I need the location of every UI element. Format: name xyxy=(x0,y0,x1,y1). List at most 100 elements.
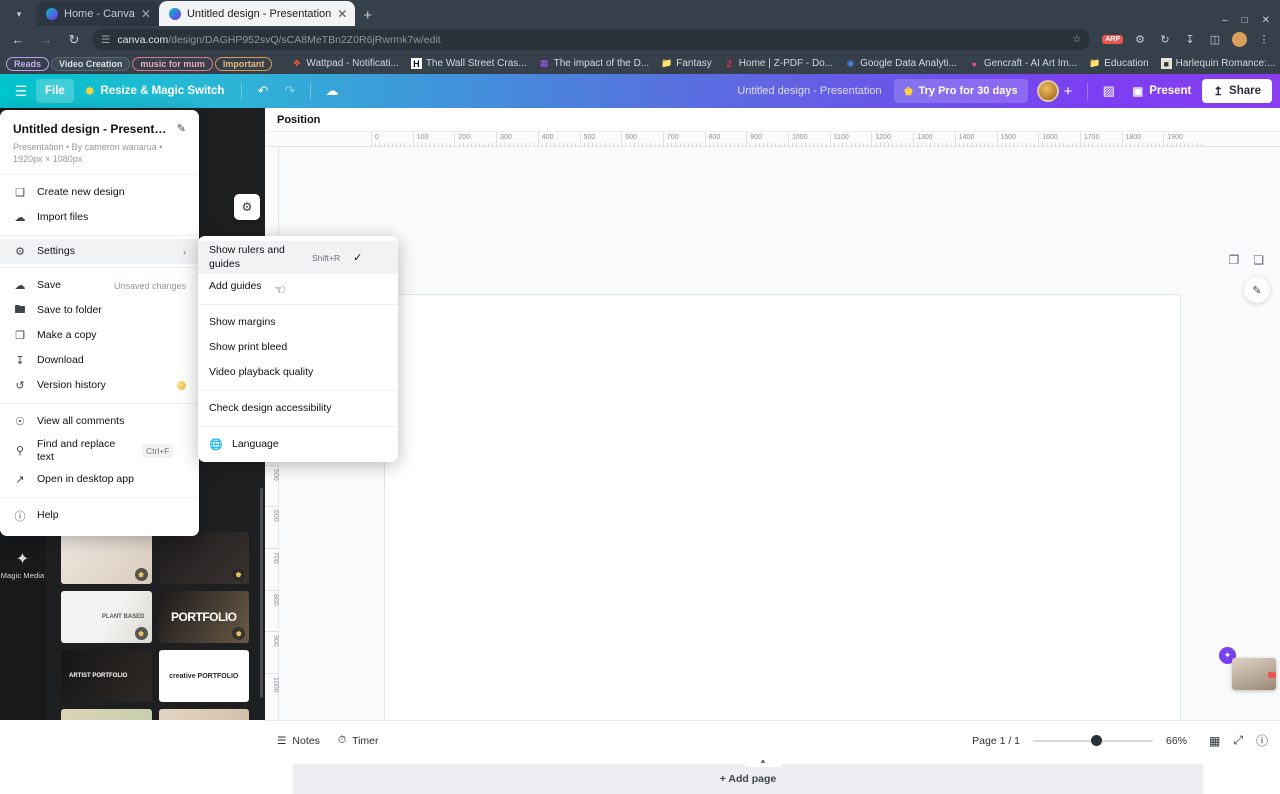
submenu-item-video-playback-quality[interactable]: Video playback quality xyxy=(198,360,398,385)
file-menu-button[interactable]: File xyxy=(36,79,74,103)
bookmark-google-data-analytics[interactable]: ◉ Google Data Analyti... xyxy=(840,56,962,71)
horizontal-ruler[interactable]: 0 100 200 300 400 500 600 700 800 900 1000 1100 1200… xyxy=(265,132,1280,147)
zoom-slider[interactable] xyxy=(1033,731,1154,751)
new-tab-button[interactable]: + xyxy=(355,7,380,26)
add-page-button[interactable]: + Add page xyxy=(293,764,1203,794)
submenu-item-show-rulers-and-guides[interactable]: Show rulers and guides Shift+R ✓ xyxy=(198,241,398,275)
menu-item-version-history[interactable]: ↺ Version history xyxy=(0,373,199,398)
browser-tab-untitled-design[interactable]: Untitled design - Presentation ✕ xyxy=(158,1,356,26)
insights-bar-chart-icon[interactable]: ▨ xyxy=(1096,79,1121,103)
timer-button[interactable]: ⏱ Timer xyxy=(338,734,379,747)
resize-magic-switch-button[interactable]: ✸ Resize & Magic Switch xyxy=(76,79,234,103)
bookmark-star-icon[interactable]: ☆ xyxy=(1072,34,1081,45)
help-question-icon[interactable]: ⓘ xyxy=(1256,732,1268,749)
submenu-item-show-print-bleed[interactable]: Show print bleed xyxy=(198,335,398,360)
history-icon[interactable]: ↻ xyxy=(1157,32,1173,48)
template-card[interactable]: creative PORTFOLIO xyxy=(158,650,249,702)
menu-item-download[interactable]: ↧ Download xyxy=(0,348,199,373)
cloud-saving-icon[interactable]: ☁ xyxy=(319,79,344,103)
submenu-item-language[interactable]: 🌐 Language xyxy=(198,432,398,457)
ruler-minor-tick xyxy=(608,143,610,146)
fullscreen-expand-icon[interactable]: ⤢ xyxy=(1233,733,1243,748)
omnibox-actions: ARP ⚙ ↻ ↧ ◫ ⋮ xyxy=(1098,32,1272,48)
panel-scrollbar[interactable] xyxy=(260,488,263,698)
bookmark-important[interactable]: Important xyxy=(214,56,273,71)
menu-kebab-icon[interactable]: ⋮ xyxy=(1256,32,1272,48)
menu-item-create-new-design[interactable]: ❏ Create new design xyxy=(0,180,199,205)
template-card[interactable]: ♚ xyxy=(158,532,249,584)
back-icon[interactable]: ← xyxy=(8,30,28,50)
add-comment-icon[interactable]: ✎ xyxy=(1244,277,1270,303)
address-bar[interactable]: ☰ canva.com/design/DAGHP952svQ/sCA8MeTBn… xyxy=(92,29,1091,50)
menu-item-save-to-folder[interactable]: 🖿 Save to folder xyxy=(0,298,199,323)
extensions-icon[interactable]: ⚙ xyxy=(1132,32,1148,48)
bookmark-wall-street-crash[interactable]: H The Wall Street Cras... xyxy=(406,56,532,71)
close-icon[interactable]: ✕ xyxy=(141,8,151,20)
undo-icon[interactable]: ↶ xyxy=(250,79,275,103)
redo-icon[interactable]: ↷ xyxy=(277,79,302,103)
bookmark-music-for-mum[interactable]: music for mum xyxy=(132,56,213,71)
avatar[interactable] xyxy=(1036,80,1059,102)
menu-item-make-a-copy[interactable]: ❐ Make a copy xyxy=(0,323,199,348)
pencil-edit-icon[interactable]: ✎ xyxy=(177,122,186,135)
canvas-scroll-area[interactable]: ❐ ❏ ✎ + Add page ✦ xyxy=(279,147,1280,794)
submenu-item-show-margins[interactable]: Show margins xyxy=(198,310,398,335)
share-button[interactable]: ↥ Share xyxy=(1202,79,1272,103)
present-button[interactable]: ▣ Present xyxy=(1123,79,1200,103)
download-icon[interactable]: ↧ xyxy=(1182,32,1198,48)
menu-item-open-in-desktop-app[interactable]: ↗ Open in desktop app xyxy=(0,467,199,492)
template-card[interactable]: PORTFOLIO ♚ xyxy=(158,591,249,643)
menu-item-find-and-replace-text[interactable]: ⚲ Find and replace text Ctrl+F xyxy=(0,434,199,467)
bookmark-gencraft[interactable]: ● Gencraft - AI Art Im... xyxy=(964,56,1082,71)
menu-item-save[interactable]: ☁ Save Unsaved changes xyxy=(0,273,199,298)
template-card[interactable]: ♚ xyxy=(61,532,152,584)
window-maximize-button[interactable]: □ xyxy=(1242,15,1248,26)
add-page-icon[interactable]: ❏ xyxy=(1253,253,1264,267)
ruler-minor-tick xyxy=(487,143,489,146)
window-minimize-button[interactable]: – xyxy=(1222,15,1228,26)
position-label[interactable]: Position xyxy=(277,114,320,126)
resize-label: Resize & Magic Switch xyxy=(100,85,225,97)
menu-item-settings[interactable]: ⚙ Settings › xyxy=(0,239,199,265)
template-card[interactable]: PLANT BASED ♚ xyxy=(61,591,152,643)
menu-item-view-all-comments[interactable]: ☉ View all comments xyxy=(0,409,199,434)
zoom-handle[interactable] xyxy=(1091,735,1103,746)
window-close-button[interactable]: ✕ xyxy=(1262,15,1270,26)
menu-item-import-files[interactable]: ☁ Import files xyxy=(0,205,199,230)
bookmark-reads[interactable]: Reads xyxy=(6,56,50,71)
ruler-minor-tick xyxy=(554,143,556,146)
tune-icon[interactable]: ☰ xyxy=(101,34,110,46)
sidebar-item-magic-media[interactable]: ✦ Magic Media xyxy=(0,539,45,591)
ruler-minor-tick xyxy=(400,143,402,146)
bookmark-harlequin-romance[interactable]: ■ Harlequin Romance:... xyxy=(1156,56,1280,71)
tab-search-icon[interactable]: ▾ xyxy=(6,3,32,25)
profile-avatar[interactable] xyxy=(1232,32,1247,47)
forward-icon[interactable]: → xyxy=(36,30,56,50)
template-card[interactable]: Group project xyxy=(158,709,249,720)
sidepanel-icon[interactable]: ◫ xyxy=(1207,32,1223,48)
submenu-item-check-design-accessibility[interactable]: Check design accessibility xyxy=(198,396,398,421)
bookmark-label: Home | Z-PDF - Do... xyxy=(738,58,834,69)
bookmark-video-creation[interactable]: Video Creation xyxy=(51,56,131,71)
browser-tab-home-canva[interactable]: Home - Canva ✕ xyxy=(36,1,159,26)
try-pro-button[interactable]: ♚ Try Pro for 30 days xyxy=(893,79,1028,103)
submenu-item-add-guides[interactable]: Add guides xyxy=(198,274,398,299)
bookmark-impact-of-the-d[interactable]: ▦ The impact of the D... xyxy=(534,56,655,71)
close-icon[interactable]: ✕ xyxy=(337,8,347,20)
bookmark-education[interactable]: 📁 Education xyxy=(1084,56,1153,71)
bookmark-wattpad[interactable]: ❖ Wattpad - Notificati... xyxy=(286,56,403,71)
design-page-1[interactable] xyxy=(385,295,1180,745)
menu-item-help[interactable]: ⓘ Help xyxy=(0,503,199,528)
duplicate-page-icon[interactable]: ❐ xyxy=(1228,253,1239,267)
template-card[interactable]: CREATIVE Portfolio xyxy=(61,709,152,720)
add-collaborator-button[interactable]: + xyxy=(1064,83,1073,100)
hamburger-icon[interactable]: ☰ xyxy=(8,79,34,103)
grid-view-icon[interactable]: ▦ xyxy=(1209,734,1220,748)
reload-icon[interactable]: ↻ xyxy=(64,30,84,50)
bookmark-fantasy[interactable]: 📁 Fantasy xyxy=(656,56,717,71)
notes-button[interactable]: ☰ Notes xyxy=(277,735,320,747)
template-card[interactable]: ARTIST PORTFOLIO xyxy=(61,650,152,702)
sliders-settings-icon[interactable]: ⚙ xyxy=(234,194,260,220)
bookmark-z-pdf[interactable]: Z Home | Z-PDF - Do... xyxy=(719,56,838,71)
design-title[interactable]: Untitled design - Presentati... xyxy=(13,122,171,136)
